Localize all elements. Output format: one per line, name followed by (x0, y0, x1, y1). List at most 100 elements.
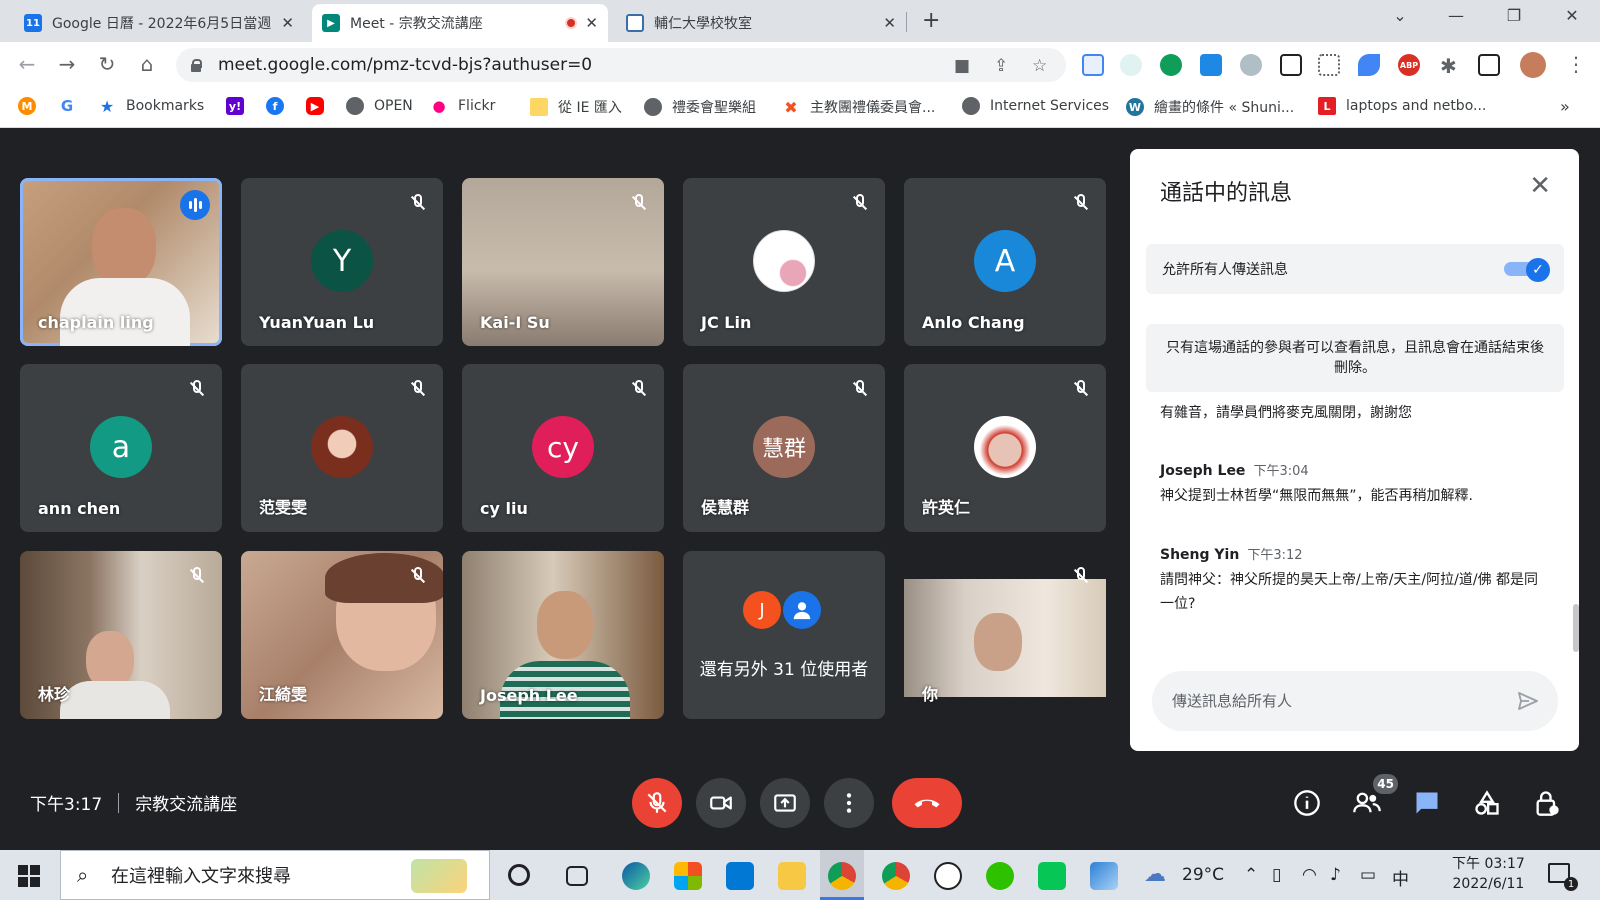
participant-tile[interactable]: Y YuanYuan Lu (241, 178, 443, 346)
store-icon[interactable] (674, 862, 702, 890)
bookmark-internet-services[interactable]: Internet Services (962, 97, 1109, 115)
close-tab-icon[interactable]: ✕ (883, 14, 896, 32)
participant-tile[interactable]: 慧群 侯慧群 (683, 364, 885, 532)
present-screen-button[interactable] (760, 778, 810, 828)
mail-icon[interactable] (726, 862, 754, 890)
restore-icon[interactable]: ❐ (1494, 6, 1534, 25)
chat-button[interactable] (1410, 786, 1444, 820)
bookmark-shuni[interactable]: W 繪畫的條件 « Shuni... (1126, 97, 1294, 117)
bookmark-folder[interactable]: ★ Bookmarks (98, 97, 204, 116)
volume-icon[interactable]: ♪ (1330, 865, 1341, 885)
participant-tile[interactable]: 江綺雯 (241, 551, 443, 719)
more-options-button[interactable] (824, 778, 874, 828)
puzzle-icon[interactable]: ✱ (1440, 54, 1457, 78)
chrome-taskbar-active[interactable] (820, 850, 864, 900)
bookmark-facebook[interactable]: f (266, 97, 294, 115)
participant-tile[interactable]: 范雯雯 (241, 364, 443, 532)
participant-tile-self[interactable]: 你 (904, 551, 1106, 719)
bookmark-youtube[interactable]: ▶ (306, 97, 334, 115)
participant-tile[interactable]: cy cy liu (462, 364, 664, 532)
window-close-icon[interactable]: ✕ (1552, 6, 1592, 25)
chat-message-input[interactable] (1172, 671, 1502, 731)
wechat-icon[interactable] (986, 862, 1014, 890)
task-view-icon[interactable] (566, 866, 588, 886)
more-bookmarks-icon[interactable]: » (1560, 97, 1570, 116)
grid-extension-icon[interactable] (1280, 54, 1302, 76)
side-panel-icon[interactable] (1478, 54, 1500, 76)
meeting-details-button[interactable] (1290, 786, 1324, 820)
tray-expand-icon[interactable]: ⌃ (1244, 865, 1258, 885)
tab-google-calendar[interactable]: 11 Google 日曆 - 2022年6月5日當週 ✕ (14, 4, 304, 42)
participant-tile[interactable]: Joseph Lee (462, 551, 664, 719)
share-icon[interactable]: ⇪ (994, 56, 1008, 76)
address-bar[interactable]: meet.google.com/pmz-tcvd-bjs?authuser=0 (176, 48, 1066, 82)
forward-icon[interactable]: → (54, 52, 80, 76)
send-icon[interactable] (1516, 689, 1540, 713)
line-icon[interactable] (1038, 862, 1066, 890)
bookmark-star-icon[interactable]: ☆ (1032, 56, 1047, 76)
back-icon[interactable]: ← (14, 52, 40, 76)
profile-avatar[interactable] (1520, 52, 1546, 78)
participant-tile[interactable]: a ann chen (20, 364, 222, 532)
show-everyone-button[interactable]: 45 (1350, 774, 1398, 820)
close-tab-icon[interactable]: ✕ (281, 14, 294, 32)
windows-start-icon[interactable] (18, 865, 40, 887)
ime-indicator[interactable]: 中 (1392, 865, 1409, 890)
bookmark-liturgy-music[interactable]: 禮委會聖樂組 (644, 97, 756, 117)
bookmark-google[interactable]: G (58, 97, 86, 115)
allow-messages-toggle[interactable]: ✓ (1504, 258, 1550, 282)
participant-tile[interactable]: A Anlo Chang (904, 178, 1106, 346)
participant-tile-others[interactable]: J 還有另外 31 位使用者 (683, 551, 885, 719)
bookmark-m[interactable]: M (18, 97, 46, 115)
notification-center-icon[interactable]: 1 (1548, 863, 1578, 891)
reload-icon[interactable]: ↻ (94, 52, 120, 76)
participant-tile[interactable]: JC Lin (683, 178, 885, 346)
participant-tile[interactable]: 林珍 (20, 551, 222, 719)
blue-extension-icon[interactable] (1200, 54, 1222, 76)
group-extension-icon[interactable] (1240, 54, 1262, 76)
menu-icon[interactable]: ⋮ (1566, 52, 1586, 76)
participant-tile[interactable]: chaplain ling (20, 178, 222, 346)
activities-button[interactable] (1470, 786, 1504, 820)
participant-tile[interactable]: 許英仁 (904, 364, 1106, 532)
minimize-icon[interactable]: — (1436, 6, 1476, 25)
taskbar-search-box[interactable]: ⌕ 在這裡輸入文字來搜尋 (60, 850, 490, 900)
chat-scrollbar[interactable] (1573, 604, 1579, 652)
obs-icon[interactable] (934, 862, 962, 890)
bookmark-ie-import[interactable]: 從 IE 匯入 (530, 97, 622, 117)
new-tab-icon[interactable]: + (922, 8, 940, 33)
wifi-icon[interactable]: ◠ (1302, 865, 1317, 885)
bookmark-flickr[interactable]: ● Flickr (430, 97, 495, 115)
tab-search-icon[interactable]: ⌄ (1380, 6, 1420, 25)
file-explorer-icon[interactable] (778, 862, 806, 890)
bookmark-bishops[interactable]: ✖ 主教團禮儀委員會... (782, 97, 935, 117)
camera-icon[interactable]: ■ (954, 56, 970, 76)
weather-temperature[interactable]: 29°C (1182, 865, 1224, 885)
pen-extension-icon[interactable] (1358, 54, 1380, 76)
tab-meet[interactable]: ▶ Meet - 宗教交流講座 ✕ (312, 4, 608, 42)
close-icon[interactable]: ✕ (1529, 171, 1551, 201)
device-icon[interactable]: ▯ (1272, 865, 1281, 885)
bookmark-laptops[interactable]: Llaptops and netbo... (1318, 97, 1486, 115)
edge-icon[interactable] (622, 862, 650, 890)
bookmark-yahoo[interactable]: y! (226, 97, 254, 115)
home-icon[interactable]: ⌂ (134, 52, 160, 76)
green-extension-icon[interactable] (1160, 54, 1182, 76)
extension-icon[interactable] (1082, 54, 1104, 76)
close-tab-icon[interactable]: ✕ (585, 14, 598, 32)
bookmark-open[interactable]: OPEN (346, 97, 413, 115)
battery-icon[interactable]: ▭ (1360, 865, 1376, 885)
camera-toggle-button[interactable] (696, 778, 746, 828)
host-controls-button[interactable] (1530, 786, 1564, 820)
photos-icon[interactable] (1090, 862, 1118, 890)
tab-fju[interactable]: 輔仁大學校牧室 ✕ (616, 4, 906, 42)
participant-tile[interactable]: Kai-I Su (462, 178, 664, 346)
magnifier-extension-icon[interactable] (1120, 54, 1142, 76)
cortana-icon[interactable] (508, 864, 530, 886)
adblock-icon[interactable]: ABP (1398, 54, 1420, 76)
chrome-profile-icon[interactable] (882, 862, 910, 890)
taskbar-clock[interactable]: 下午 03:17 2022/6/11 (1452, 854, 1525, 895)
apps-extension-icon[interactable] (1318, 54, 1340, 76)
leave-call-button[interactable] (892, 778, 962, 828)
microphone-toggle-button[interactable] (632, 778, 682, 828)
